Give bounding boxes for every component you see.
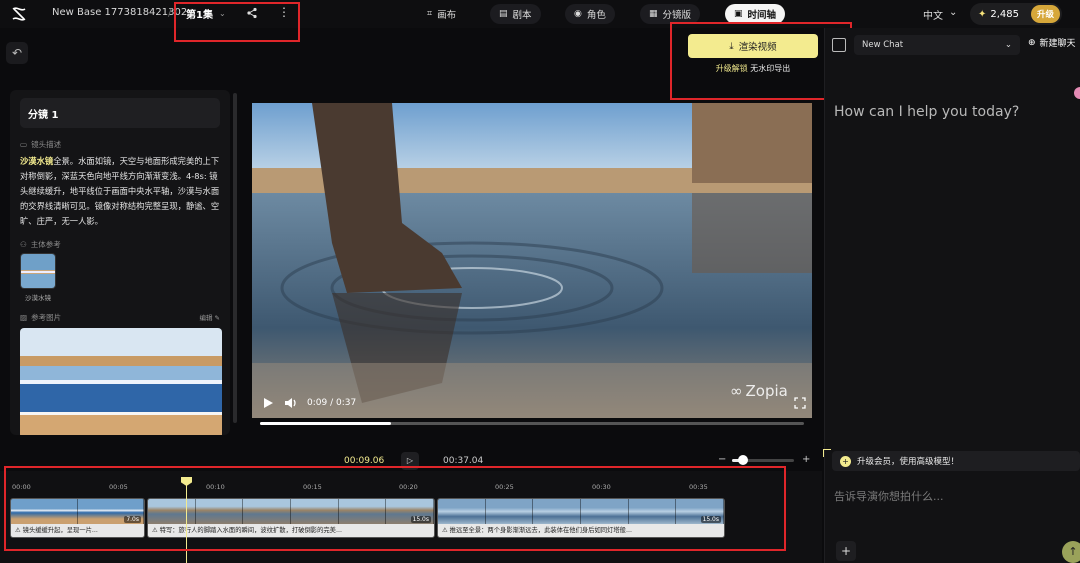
- tab-label: 角色: [586, 10, 606, 21]
- sparkle-icon: ✦: [978, 8, 987, 20]
- tab-character[interactable]: ◉ 角色: [565, 4, 615, 24]
- zopia-logo-icon: ∞: [730, 382, 743, 400]
- zoom-slider-handle[interactable]: [738, 455, 749, 465]
- subject-label: 主体参考: [30, 240, 61, 249]
- image-icon: ▨: [20, 313, 28, 322]
- character-icon: ◉: [574, 9, 582, 19]
- credits-count: 2,485: [990, 8, 1020, 20]
- tab-label: 画布: [437, 10, 457, 21]
- ref-label: 参考图片: [31, 313, 62, 322]
- app-logo[interactable]: [10, 5, 28, 23]
- zoom-in-button[interactable]: +: [802, 454, 810, 465]
- plus-icon: +: [840, 455, 851, 467]
- watermark-text: Zopia: [745, 382, 788, 400]
- undo-button[interactable]: ↶: [6, 42, 28, 64]
- shot-description[interactable]: 沙漠水镜全景。水面如镜，天空与地面形成完美的上下对称倒影，深蓝天色向地平线方向渐…: [20, 154, 225, 229]
- language-selector[interactable]: 中文 ⌄: [923, 7, 957, 22]
- script-icon: ▤: [499, 9, 508, 19]
- send-button[interactable]: ↑: [1062, 541, 1080, 563]
- subject-section-label: ⚇ 主体参考: [20, 239, 61, 250]
- shot-title[interactable]: 分镜 1: [20, 98, 220, 128]
- panel-scrollbar[interactable]: [233, 93, 237, 423]
- annotation-box-episode: [174, 2, 300, 42]
- edit-icon: ✎: [214, 314, 220, 322]
- tab-canvas[interactable]: ⌗ 画布: [418, 4, 465, 24]
- upgrade-button[interactable]: 升级: [1030, 5, 1060, 23]
- volume-icon[interactable]: [284, 396, 298, 410]
- annotation-box-timeline: [4, 466, 786, 551]
- watermark: ∞ Zopia: [730, 382, 788, 400]
- language-label: 中文: [923, 11, 943, 22]
- edit-label: 编辑: [199, 314, 213, 322]
- video-progress-fill: [260, 422, 391, 425]
- chevron-down-icon: ⌄: [1004, 40, 1012, 50]
- plus-circle-icon: ⊕: [1028, 37, 1036, 48]
- tab-label: 分镜版: [662, 10, 692, 21]
- desc-label: 镜头描述: [31, 140, 62, 149]
- new-chat-button[interactable]: ⊕ 新建聊天: [1028, 36, 1076, 50]
- reference-image[interactable]: [20, 328, 222, 435]
- project-title[interactable]: New Base 1773818421302: [52, 7, 187, 18]
- people-icon: ⚇: [20, 240, 27, 249]
- add-attachment-button[interactable]: +: [836, 541, 856, 561]
- tab-label: 剧本: [512, 10, 532, 21]
- tab-storyboard[interactable]: ▦ 分镜版: [640, 4, 701, 24]
- edit-link[interactable]: 编辑 ✎: [199, 312, 220, 322]
- upgrade-vip-banner[interactable]: + 升级会员，使用高级模型！: [832, 451, 1080, 471]
- chevron-down-icon: ⌄: [949, 7, 958, 18]
- subject-name: 沙漠水镜: [25, 294, 51, 302]
- ref-section-label: ▨ 参考图片: [20, 312, 61, 323]
- credits-badge[interactable]: ✦ 2,485 升级: [970, 3, 1062, 25]
- breadcrumb-separator: /: [168, 6, 172, 19]
- fullscreen-icon[interactable]: [794, 397, 806, 409]
- vip-text: 升级会员，使用高级模型！: [857, 457, 960, 467]
- subject-thumbnail[interactable]: [20, 253, 56, 289]
- avatar[interactable]: [1074, 87, 1080, 99]
- storyboard-icon: ▦: [649, 9, 658, 19]
- new-chat-label: 新建聊天: [1039, 39, 1076, 49]
- timeline-icon: ▣: [734, 9, 743, 19]
- canvas-icon: ⌗: [427, 9, 433, 19]
- playback-time: 0:09 / 0:37: [307, 398, 357, 408]
- selection-corner: [823, 449, 831, 457]
- zoom-out-button[interactable]: −: [718, 454, 726, 465]
- camera-icon: ▭: [20, 140, 28, 149]
- timeline-total-time: 00:37.04: [443, 456, 484, 466]
- chat-input[interactable]: 告诉导演你想拍什么...: [834, 488, 944, 504]
- tab-timeline[interactable]: ▣ 时间轴: [725, 4, 786, 24]
- chat-selector[interactable]: New Chat ⌄: [854, 35, 1020, 55]
- desc-body: 全景。水面如镜，天空与地面形成完美的上下对称倒影，深蓝天色向地平线方向渐渐变浅。…: [20, 156, 220, 226]
- chat-selector-label: New Chat: [862, 40, 904, 50]
- tab-label: 时间轴: [747, 10, 777, 21]
- desc-highlight: 沙漠水镜: [20, 156, 54, 166]
- sidebar-toggle-icon[interactable]: [832, 38, 846, 52]
- video-preview[interactable]: [252, 103, 812, 418]
- shot-detail-panel: 分镜 1 ▭ 镜头描述 沙漠水镜全景。水面如镜，天空与地面形成完美的上下对称倒影…: [10, 90, 230, 435]
- chat-greeting: How can I help you today?: [834, 104, 1020, 120]
- timeline-current-time: 00:09.06: [344, 456, 385, 466]
- desc-section-label: ▭ 镜头描述: [20, 139, 61, 150]
- tab-script[interactable]: ▤ 剧本: [490, 4, 541, 24]
- play-icon[interactable]: [262, 397, 274, 409]
